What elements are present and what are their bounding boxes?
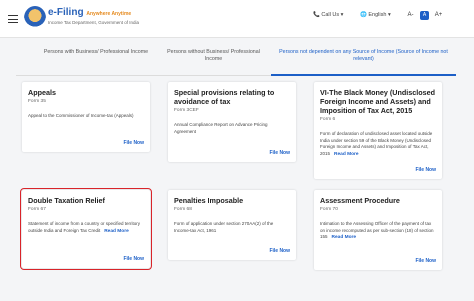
card-special-provisions: Special provisions relating to avoidance… — [168, 82, 296, 162]
card-title: Special provisions relating to avoidance… — [174, 88, 275, 106]
tab-business-income[interactable]: Persons with Business/ Professional Inco… — [36, 49, 156, 56]
read-more-link[interactable]: Read More — [334, 152, 359, 157]
card-form-number: Form 35 — [28, 99, 46, 104]
font-size-controls: A- A A+ — [406, 11, 443, 20]
card-form-number: Form 67 — [28, 207, 46, 212]
file-now-link[interactable]: File Now — [269, 248, 290, 254]
card-black-money: VI-The Black Money (Undisclosed Foreign … — [314, 82, 442, 179]
card-form-number: Form 70 — [320, 207, 338, 212]
top-header: e-Filing Anywhere Anytime Income Tax Dep… — [0, 0, 474, 38]
card-double-taxation-relief: Double Taxation Relief Form 67 Statement… — [20, 188, 152, 270]
logo-subtitle: Income Tax Department, Government of Ind… — [48, 20, 139, 25]
card-title: VI-The Black Money (Undisclosed Foreign … — [320, 88, 436, 115]
national-emblem-logo — [24, 6, 46, 30]
file-now-link[interactable]: File Now — [415, 167, 436, 173]
call-us-dropdown[interactable]: 📞 Call Us ▾ — [313, 12, 343, 18]
efiling-logo[interactable]: e-Filing Anywhere Anytime — [48, 7, 131, 18]
card-form-number: Form 6 — [320, 117, 336, 122]
card-description: Statement of income from a country or sp… — [28, 221, 141, 234]
card-title: Assessment Procedure — [320, 196, 400, 205]
font-default-button[interactable]: A — [420, 11, 429, 20]
file-now-link[interactable]: File Now — [123, 140, 144, 146]
tab-no-source-income[interactable]: Persons not dependent on any Source of I… — [276, 49, 451, 64]
income-category-tabs: Persons with Business/ Professional Inco… — [16, 49, 456, 77]
menu-icon[interactable] — [8, 15, 18, 23]
card-description: Form of application under section 270AA(… — [174, 221, 274, 233]
card-description: Form of declaration of undisclosed asset… — [320, 131, 433, 157]
card-description: Intimation to the Assessing Officer of t… — [320, 221, 434, 241]
card-title: Appeals — [28, 88, 56, 97]
card-assessment-procedure: Assessment Procedure Form 70 Intimation … — [314, 190, 442, 270]
read-more-link[interactable]: Read More — [104, 229, 129, 234]
card-appeals: Appeals Form 35 Appeal to the Commission… — [22, 82, 150, 152]
card-description: Annual Compliance Report on Advance Pric… — [174, 122, 268, 134]
tab-no-business-income[interactable]: Persons without Business/ Professional I… — [166, 49, 261, 64]
card-form-number: Form 68 — [174, 207, 192, 212]
active-tab-indicator — [271, 74, 456, 76]
language-dropdown[interactable]: 🌐 English ▾ — [360, 12, 391, 18]
font-increase-button[interactable]: A+ — [434, 11, 443, 20]
file-now-link[interactable]: File Now — [269, 150, 290, 156]
font-decrease-button[interactable]: A- — [406, 11, 415, 20]
read-more-link[interactable]: Read More — [332, 235, 357, 240]
file-now-link[interactable]: File Now — [123, 256, 144, 262]
card-form-number: Form 3CEF — [174, 108, 199, 113]
file-now-link[interactable]: File Now — [415, 258, 436, 264]
card-title: Double Taxation Relief — [28, 196, 105, 205]
card-description: Appeal to the Commissioner of Income-tax… — [28, 113, 134, 118]
card-title: Penalties Imposable — [174, 196, 244, 205]
card-penalties-imposable: Penalties Imposable Form 68 Form of appl… — [168, 190, 296, 260]
